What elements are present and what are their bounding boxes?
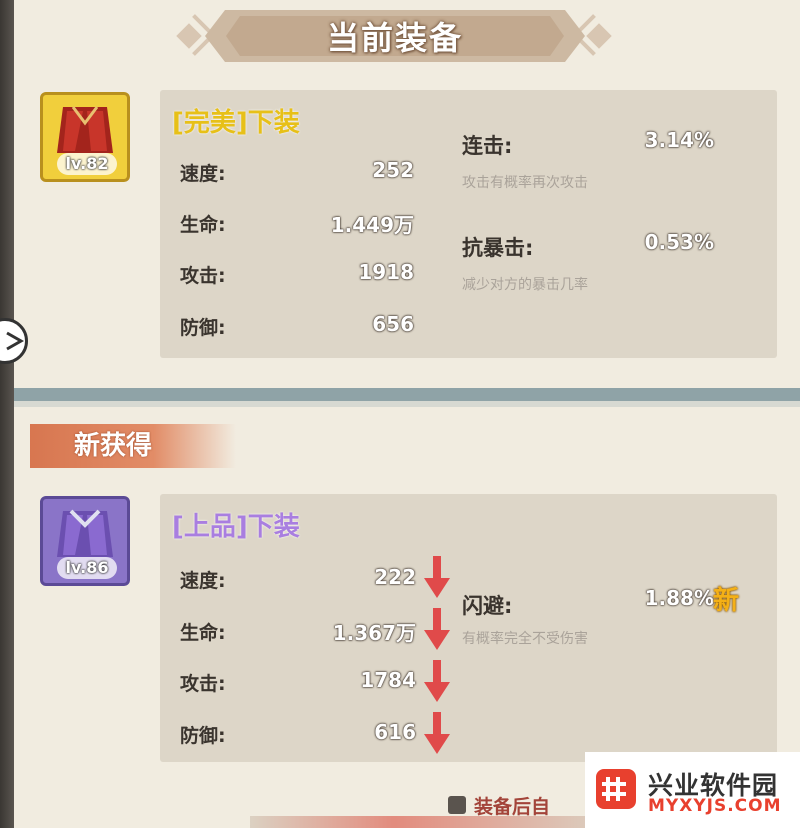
stat-label: 速度: [180,163,226,185]
down-arrow-icon [424,608,450,650]
auto-equip-label: 装备后自 [474,796,551,818]
stat-value: 1.367万 [332,621,416,645]
special-stat-desc: 减少对方的暴击几率 [462,277,588,293]
stat-value: 616 [374,720,416,744]
special-stat-value: 3.14% [644,128,714,152]
eye-icon [6,331,25,351]
stat-label: 防御: [180,317,226,339]
stat-label: 攻击: [180,265,226,287]
stat-value: 1918 [358,260,414,284]
special-stat-desc: 攻击有概率再次攻击 [462,175,588,191]
stat-label: 生命: [180,214,226,236]
down-arrow-icon [424,660,450,702]
stat-label: 速度: [180,570,226,592]
current-item-icon[interactable]: lv.82 [40,92,130,182]
current-item-name: [完美]下装 [172,108,300,138]
page-title: 当前装备 [326,19,463,57]
special-stat-label: 连击: [462,134,513,158]
purple-skirt-icon [57,509,113,557]
special-stat-desc: 有概率完全不受伤害 [462,631,588,647]
stat-label: 生命: [180,622,226,644]
new-badge: 新 [713,586,740,616]
stat-value: 1784 [360,668,416,692]
bottom-buttons-partial [250,816,610,828]
stat-value: 252 [372,158,414,182]
item-level-label: lv.82 [57,153,117,175]
special-stat-value: 1.88% [644,586,714,610]
new-item-icon[interactable]: lv.86 [40,496,130,586]
stat-value: 1.449万 [330,213,414,237]
down-arrow-icon [424,556,450,598]
watermark-logo-icon [596,769,636,809]
watermark-url: MYXYJS.COM [648,796,782,816]
special-stat-label: 抗暴击: [462,236,534,260]
stat-label: 攻击: [180,673,226,695]
special-stat-label: 闪避: [462,594,513,618]
new-section-title: 新获得 [30,424,236,468]
new-item-name: [上品]下装 [172,512,300,542]
side-toggle-button[interactable] [0,318,28,364]
section-divider-inner [14,401,800,407]
auto-equip-checkbox[interactable] [448,796,466,814]
down-arrow-icon [424,712,450,754]
section-divider [14,388,800,402]
special-stat-value: 0.53% [644,230,714,254]
stat-label: 防御: [180,725,226,747]
stat-value: 656 [372,312,414,336]
item-level-label: lv.86 [57,557,117,579]
red-skirt-icon [57,106,113,153]
stat-value: 222 [374,565,416,589]
left-frame-edge [0,0,14,828]
